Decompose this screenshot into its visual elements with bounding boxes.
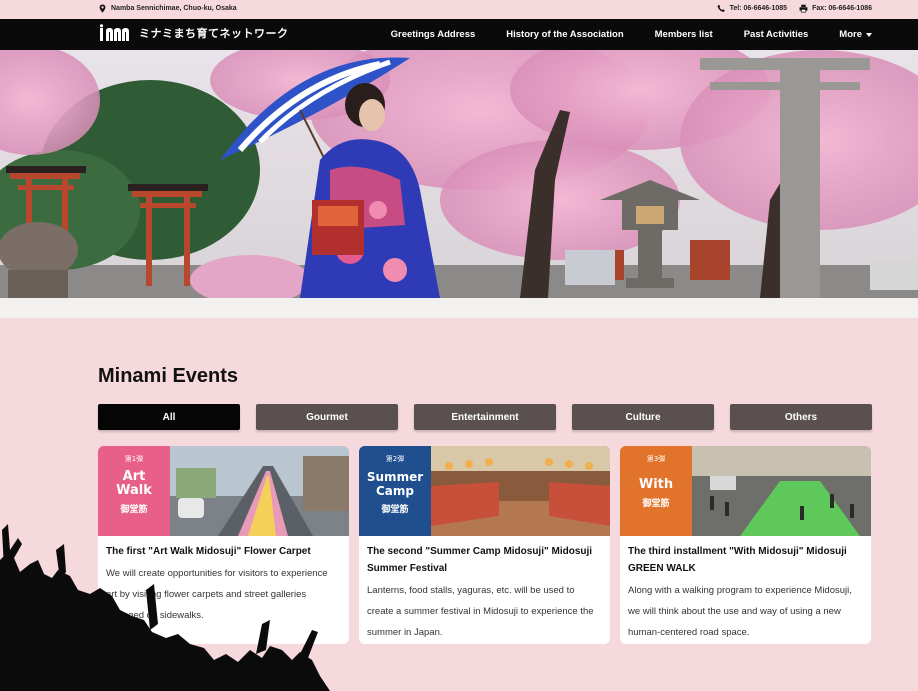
nav-more-label: More <box>839 29 862 40</box>
nav-greetings-address[interactable]: Greetings Address <box>391 29 476 40</box>
filter-all-button[interactable]: All <box>98 404 240 430</box>
badge-label: 第1弾 <box>124 455 144 463</box>
event-card-description: Lanterns, food stalls, yaguras, etc. wil… <box>367 585 594 638</box>
badge-title: With <box>638 477 674 492</box>
event-filter-tabs: All Gourmet Entertainment Culture Others <box>98 404 872 430</box>
nav-past-activities[interactable]: Past Activities <box>744 29 809 40</box>
hero-image <box>0 50 918 298</box>
hero-bottom-strip <box>0 298 918 318</box>
fax-contact: Fax: 06-6646-1086 <box>799 4 872 13</box>
badge-subtitle: 御堂筋 <box>381 505 409 515</box>
badge-subtitle: 御堂筋 <box>120 505 148 515</box>
badge-label: 第3弾 <box>646 455 666 463</box>
filter-culture-button[interactable]: Culture <box>572 404 714 430</box>
event-card-summer-camp[interactable]: 第2弾 Summer Camp 御堂筋 The second "Summer C… <box>359 446 610 644</box>
badge-title: Summer Camp <box>366 470 424 498</box>
event-thumbnail: 第2弾 Summer Camp 御堂筋 <box>359 446 610 536</box>
phone-icon <box>717 4 725 12</box>
logo-mark-icon <box>99 24 129 41</box>
hero-illustration <box>0 50 918 298</box>
top-info-bar: Namba Sennichimae, Chuo-ku, Osaka Tel: 0… <box>0 0 918 19</box>
filter-others-button[interactable]: Others <box>730 404 872 430</box>
filter-entertainment-button[interactable]: Entertainment <box>414 404 556 430</box>
event-cards: 第1弾 Art Walk 御堂筋 The first "Art Walk Mid… <box>98 446 872 644</box>
logo-text: ミナミまち育てネットワーク <box>139 27 289 40</box>
site-logo[interactable]: ミナミまち育てネットワーク <box>99 24 289 42</box>
nav-links: Greetings Address History of the Associa… <box>391 19 872 50</box>
event-card-title: The second "Summer Camp Midosuji" Midosu… <box>367 546 593 574</box>
nav-more-dropdown[interactable]: More <box>839 29 872 40</box>
address: Namba Sennichimae, Chuo-ku, Osaka <box>98 4 237 13</box>
event-card-with-midosuji[interactable]: 第3弾 With 御堂筋 The third installment "With… <box>620 446 871 644</box>
event-card-art-walk[interactable]: 第1弾 Art Walk 御堂筋 The first "Art Walk Mid… <box>98 446 349 644</box>
event-card-description: Along with a walking program to experien… <box>628 585 852 638</box>
fax-printer-icon <box>799 4 808 13</box>
event-card-title: The third installment "With Midosuji" Mi… <box>628 546 847 574</box>
event-thumbnail: 第1弾 Art Walk 御堂筋 <box>98 446 349 536</box>
event-thumbnail: 第3弾 With 御堂筋 <box>620 446 871 536</box>
address-text: Namba Sennichimae, Chuo-ku, Osaka <box>111 5 237 12</box>
main-navbar: ミナミまち育てネットワーク Greetings Address History … <box>0 19 918 50</box>
nav-members-list[interactable]: Members list <box>655 29 713 40</box>
event-card-title: The first "Art Walk Midosuji" Flower Car… <box>106 546 311 557</box>
event-card-description: We will create opportunities for visitor… <box>106 568 328 621</box>
phone-text: Tel: 06-6646-1085 <box>729 5 788 12</box>
fax-text: Fax: 06-6646-1086 <box>812 5 872 12</box>
phone-contact[interactable]: Tel: 06-6646-1085 <box>717 4 787 13</box>
badge-title: Art Walk <box>116 469 152 498</box>
events-section-title: Minami Events <box>98 365 239 387</box>
badge-label: 第2弾 <box>385 455 405 463</box>
caret-down-icon <box>866 32 872 37</box>
nav-history[interactable]: History of the Association <box>506 29 623 40</box>
location-pin-icon <box>99 4 106 13</box>
filter-gourmet-button[interactable]: Gourmet <box>256 404 398 430</box>
badge-subtitle: 御堂筋 <box>642 499 670 509</box>
